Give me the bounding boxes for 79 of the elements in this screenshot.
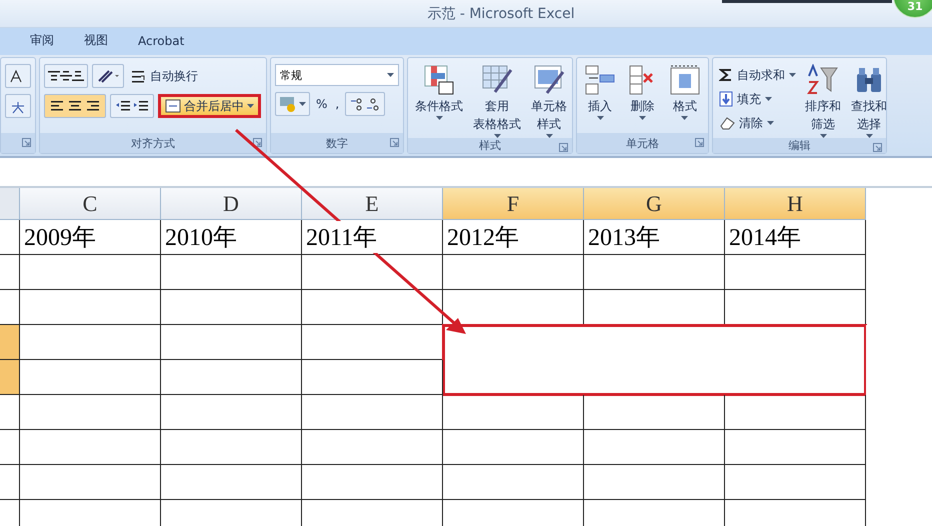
percent-button[interactable]: %	[314, 93, 330, 115]
dialog-launcher-icon[interactable]	[873, 143, 882, 152]
column-header[interactable]: C	[20, 188, 161, 220]
ribbon-tab[interactable]: 审阅	[30, 30, 54, 53]
comma-button[interactable]: ,	[333, 93, 342, 115]
horizontal-align-button[interactable]	[44, 94, 106, 118]
dropdown-caret-icon	[299, 102, 306, 106]
ribbon-button[interactable]: 排序和 筛选	[802, 64, 844, 138]
group-label: 样式	[479, 138, 501, 153]
column-header[interactable]: F	[443, 188, 584, 220]
font-size-icon[interactable]	[5, 64, 31, 88]
eraser-icon	[719, 116, 735, 130]
wrap-text-icon	[130, 68, 146, 84]
dropdown-caret-icon	[247, 104, 254, 108]
align-middle-icon	[60, 71, 72, 81]
merge-center-button[interactable]: 合并后居中	[158, 94, 261, 118]
orientation-button[interactable]	[92, 64, 124, 88]
ribbon-button[interactable]: 清除	[717, 112, 798, 134]
vertical-align-button[interactable]	[44, 64, 88, 88]
ribbon-button[interactable]: 自动求和	[717, 64, 798, 86]
column-header[interactable]: E	[302, 188, 443, 220]
align-bottom-icon	[72, 71, 84, 81]
dialog-launcher-icon[interactable]	[390, 138, 399, 147]
conditional-format-icon	[423, 64, 455, 96]
dropdown-caret-icon	[765, 97, 772, 101]
number-format-dropdown[interactable]: 常规	[275, 64, 399, 86]
window-title: 示范 - Microsoft Excel	[427, 4, 575, 22]
dropdown-caret-icon	[387, 73, 394, 77]
sigma-icon	[719, 68, 733, 82]
dropdown-caret-icon	[789, 73, 796, 77]
ribbon-button[interactable]: 格式	[666, 64, 704, 133]
cell-style-brush-icon	[533, 64, 565, 96]
merged-cell[interactable]	[442, 324, 867, 396]
fill-down-icon	[719, 91, 733, 107]
row-header[interactable]	[0, 290, 20, 325]
group-label: 数字	[326, 136, 348, 150]
ribbon-button[interactable]: 填充	[717, 88, 798, 110]
group-label: 对齐方式	[131, 136, 175, 150]
phonetic-icon[interactable]	[5, 94, 31, 118]
dropdown-caret-icon	[436, 116, 442, 120]
ribbon-button[interactable]: 查找和 选择	[848, 64, 890, 138]
row-header[interactable]	[0, 430, 20, 465]
row-header[interactable]	[0, 395, 20, 430]
align-top-icon	[48, 71, 60, 81]
ribbon-button[interactable]: 删除	[623, 64, 662, 133]
row-header	[0, 188, 20, 220]
ribbon-button[interactable]: 套用 表格格式	[470, 64, 524, 138]
dropdown-caret-icon	[681, 116, 688, 120]
row-header[interactable]	[0, 220, 20, 255]
dropdown-caret-icon	[596, 116, 604, 120]
decimal-buttons[interactable]	[345, 92, 386, 116]
row-header[interactable]	[0, 465, 20, 500]
wrap-text-button[interactable]: 自动换行	[128, 65, 200, 87]
row-header[interactable]	[0, 325, 20, 360]
row-header[interactable]	[0, 360, 20, 395]
ribbon-button[interactable]: 插入	[581, 64, 620, 133]
ribbon-tab[interactable]: 视图	[84, 30, 108, 53]
dialog-launcher-icon[interactable]	[695, 138, 704, 147]
dropdown-caret-icon	[767, 121, 774, 125]
row-header[interactable]	[0, 255, 20, 290]
dialog-launcher-icon[interactable]	[253, 138, 262, 147]
dialog-launcher-icon[interactable]	[559, 143, 568, 152]
column-header[interactable]: D	[161, 188, 302, 220]
indent-button[interactable]	[110, 94, 154, 118]
merge-cells-icon	[165, 99, 181, 113]
column-header[interactable]: G	[584, 188, 725, 220]
table-brush-icon	[481, 64, 513, 96]
dropdown-caret-icon	[638, 116, 646, 120]
group-label: 单元格	[626, 136, 659, 150]
format-cells-icon	[668, 64, 701, 96]
group-label: 编辑	[788, 138, 810, 153]
sort-filter-icon	[807, 64, 839, 96]
ribbon-button[interactable]: 单元格 样式	[528, 64, 570, 138]
insert-cells-icon	[584, 64, 616, 96]
table-cell: 2011年	[306, 221, 378, 253]
ribbon-button[interactable]: 条件格式	[412, 64, 466, 138]
ribbon-tab[interactable]: Acrobat	[138, 32, 184, 52]
column-header[interactable]: H	[725, 188, 866, 220]
dialog-launcher-icon[interactable]	[22, 138, 31, 147]
